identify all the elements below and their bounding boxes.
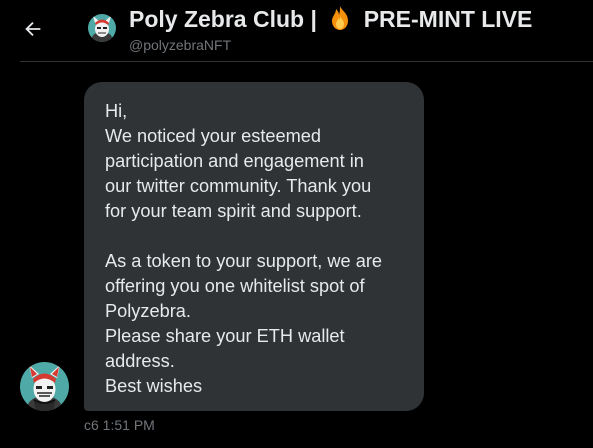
message-line: Hi, xyxy=(105,101,128,121)
arrow-left-icon xyxy=(25,21,41,37)
message-line: for your team spirit and support. xyxy=(105,201,362,221)
header-divider xyxy=(20,61,593,62)
conversation-handle[interactable]: @polyzebraNFT xyxy=(129,37,231,53)
message-timestamp: c6 1:51 PM xyxy=(84,417,155,433)
message-line: Best wishes xyxy=(105,376,203,396)
message-line: We noticed your esteemed xyxy=(105,126,322,146)
title-suffix: PRE-MINT LIVE xyxy=(363,6,533,32)
fire-icon xyxy=(327,5,353,31)
back-button[interactable] xyxy=(18,14,48,44)
conversation-title: Poly Zebra Club | PRE-MINT LIVE xyxy=(129,5,532,33)
message-bubble[interactable]: Hi, We noticed your esteemed participati… xyxy=(84,82,424,411)
sender-avatar[interactable] xyxy=(20,362,69,411)
conversation-header: Poly Zebra Club | PRE-MINT LIVE @polyzeb… xyxy=(0,0,593,62)
message-line: Please share your ETH wallet xyxy=(105,326,345,346)
title-name: Poly Zebra Club | xyxy=(129,6,317,32)
header-avatar[interactable] xyxy=(88,14,116,42)
message-line: As a token to your support, we are xyxy=(105,251,383,271)
message-line: our twitter community. Thank you xyxy=(105,176,372,196)
message-line: Polyzebra. xyxy=(105,301,191,321)
message-line: address. xyxy=(105,351,175,371)
message-line: participation and engagement in xyxy=(105,151,364,171)
message-line: offering you one whitelist spot of xyxy=(105,276,365,296)
